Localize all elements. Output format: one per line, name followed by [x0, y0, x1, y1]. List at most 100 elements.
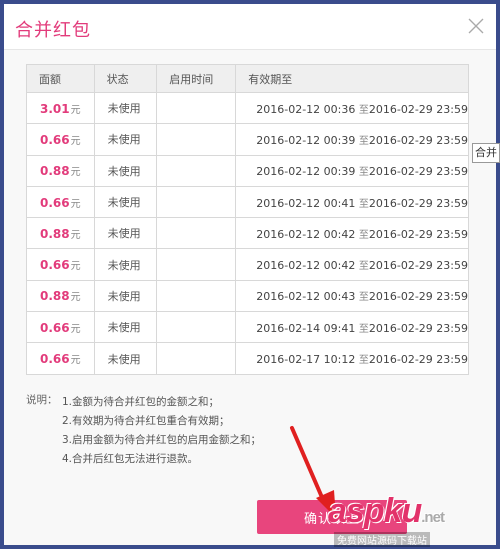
amount-cell: 0.88元 [26, 279, 95, 313]
amount-cell: 0.66元 [26, 248, 95, 281]
status-cell: 未使用 [93, 217, 158, 250]
amount-unit: 元 [70, 229, 81, 241]
redpacket-table: 面额 状态 启用时间 有效期至 3.01元 未使用 2016-02-12 00:36… [26, 64, 469, 375]
table-row: 0.66元 未使用 2016-02-12 00:42 至2016-02-29 23:… [26, 248, 469, 281]
validity-cell: 2016-02-12 00:39 至2016-02-29 23:59 [235, 123, 469, 156]
amount-value: 0.66 [40, 132, 70, 147]
amount-cell: 0.88元 [26, 154, 95, 187]
start-time-cell [156, 217, 237, 250]
validity-cell: 2016-02-12 00:43 至2016-02-29 23:59 [235, 279, 469, 313]
status-cell: 未使用 [93, 342, 158, 375]
validity-cell: 2016-02-14 09:41 至2016-02-29 23:59 [235, 311, 469, 344]
valid-from: 2016-02-12 00:42 [256, 259, 356, 273]
amount-value: 0.66 [40, 195, 70, 210]
validity-cell: 2016-02-17 10:12 至2016-02-29 23:59 [235, 342, 469, 375]
amount-value: 0.66 [40, 352, 70, 367]
close-icon[interactable] [466, 16, 486, 36]
status-cell: 未使用 [93, 154, 158, 187]
watermark: aspku.net 免费网站源码下载站 [328, 492, 500, 549]
table-row: 3.01元 未使用 2016-02-12 00:36 至2016-02-29 23:… [26, 91, 469, 125]
amount-unit: 元 [70, 292, 81, 304]
note-item: 1.金额为待合并红包的金额之和； [62, 396, 220, 408]
dialog-content: 面额 状态 启用时间 有效期至 3.01元 未使用 2016-02-12 00:36… [4, 50, 496, 510]
amount-value: 0.88 [40, 289, 70, 304]
validity-separator: 至 [358, 355, 369, 367]
valid-to: 2016-02-29 23:59 [368, 133, 468, 147]
start-time-cell [156, 342, 237, 375]
table-row: 0.66元 未使用 2016-02-12 00:41 至2016-02-29 23:… [26, 185, 469, 219]
validity-cell: 2016-02-12 00:42 至2016-02-29 23:59 [235, 217, 469, 250]
valid-to: 2016-02-29 23:59 [368, 165, 468, 179]
column-header-start-time: 启用时间 [156, 64, 237, 93]
start-time-cell [156, 185, 237, 219]
amount-unit: 元 [70, 135, 81, 147]
amount-unit: 元 [70, 261, 81, 273]
table-row: 0.66元 未使用 2016-02-12 00:39 至2016-02-29 23:… [26, 123, 469, 156]
table-row: 0.66元 未使用 2016-02-17 10:12 至2016-02-29 23:… [26, 342, 469, 375]
valid-from: 2016-02-12 00:43 [256, 290, 356, 304]
validity-cell: 2016-02-12 00:39 至2016-02-29 23:59 [235, 154, 469, 187]
validity-separator: 至 [358, 229, 369, 241]
note-item: 3.启用金额为待合并红包的启用金额之和； [62, 434, 262, 446]
amount-value: 0.88 [40, 226, 70, 241]
status-cell: 未使用 [93, 185, 158, 219]
validity-cell: 2016-02-12 00:41 至2016-02-29 23:59 [235, 185, 469, 219]
column-header-amount: 面额 [26, 64, 95, 93]
start-time-cell [156, 311, 237, 344]
amount-cell: 0.66元 [26, 123, 95, 156]
notes-label: 说明： [26, 394, 58, 406]
validity-cell: 2016-02-12 00:42 至2016-02-29 23:59 [235, 248, 469, 281]
valid-from: 2016-02-12 00:39 [256, 133, 356, 147]
validity-separator: 至 [358, 261, 369, 273]
dialog-title: 合并红包 [15, 20, 91, 41]
valid-from: 2016-02-14 09:41 [256, 321, 356, 335]
valid-to: 2016-02-29 23:59 [368, 290, 468, 304]
merge-redpacket-dialog: 合并红包 面额 状态 启用时间 有效期至 3.01元 未使用 2016-02-12 … [4, 4, 496, 545]
valid-from: 2016-02-12 00:42 [256, 227, 356, 241]
valid-to: 2016-02-29 23:59 [368, 196, 468, 210]
amount-unit: 元 [70, 167, 81, 179]
validity-separator: 至 [358, 198, 369, 210]
amount-unit: 元 [70, 198, 81, 210]
valid-to: 2016-02-29 23:59 [368, 321, 468, 335]
note-item: 2.有效期为待合并红包重合有效期； [62, 415, 230, 427]
validity-separator: 至 [358, 167, 369, 179]
column-header-status: 状态 [93, 64, 158, 93]
amount-cell: 0.66元 [26, 311, 95, 344]
column-header-valid-until: 有效期至 [235, 64, 469, 93]
table-row: 0.66元 未使用 2016-02-14 09:41 至2016-02-29 23:… [26, 311, 469, 344]
valid-to: 2016-02-29 23:59 [368, 353, 468, 367]
amount-value: 0.66 [40, 320, 70, 335]
start-time-cell [156, 248, 237, 281]
amount-value: 3.01 [40, 101, 70, 116]
amount-cell: 0.66元 [26, 185, 95, 219]
amount-value: 0.88 [40, 164, 70, 179]
watermark-subtitle: 免费网站源码下载站 [334, 532, 430, 547]
dialog-header: 合并红包 [4, 4, 496, 50]
validity-separator: 至 [358, 104, 369, 116]
amount-cell: 3.01元 [26, 91, 95, 125]
table-row: 0.88元 未使用 2016-02-12 00:42 至2016-02-29 23:… [26, 217, 469, 250]
amount-unit: 元 [70, 323, 81, 335]
valid-from: 2016-02-12 00:39 [256, 165, 356, 179]
tooltip-merge: 合并 [472, 143, 500, 163]
amount-unit: 元 [70, 355, 81, 367]
start-time-cell [156, 123, 237, 156]
amount-cell: 0.66元 [26, 342, 95, 375]
amount-cell: 0.88元 [26, 217, 95, 250]
status-cell: 未使用 [93, 311, 158, 344]
validity-separator: 至 [358, 292, 369, 304]
status-cell: 未使用 [93, 279, 158, 313]
valid-to: 2016-02-29 23:59 [368, 227, 468, 241]
valid-from: 2016-02-12 00:36 [256, 102, 356, 116]
valid-to: 2016-02-29 23:59 [368, 102, 468, 116]
watermark-logo: aspku.net [328, 492, 445, 530]
valid-to: 2016-02-29 23:59 [368, 259, 468, 273]
table-row: 0.88元 未使用 2016-02-12 00:43 至2016-02-29 23:… [26, 279, 469, 313]
table-header-row: 面额 状态 启用时间 有效期至 [26, 64, 469, 93]
note-item: 4.合并后红包无法进行退款。 [62, 453, 199, 465]
table-body: 3.01元 未使用 2016-02-12 00:36 至2016-02-29 23:… [26, 91, 469, 375]
status-cell: 未使用 [93, 123, 158, 156]
start-time-cell [156, 154, 237, 187]
status-cell: 未使用 [93, 248, 158, 281]
